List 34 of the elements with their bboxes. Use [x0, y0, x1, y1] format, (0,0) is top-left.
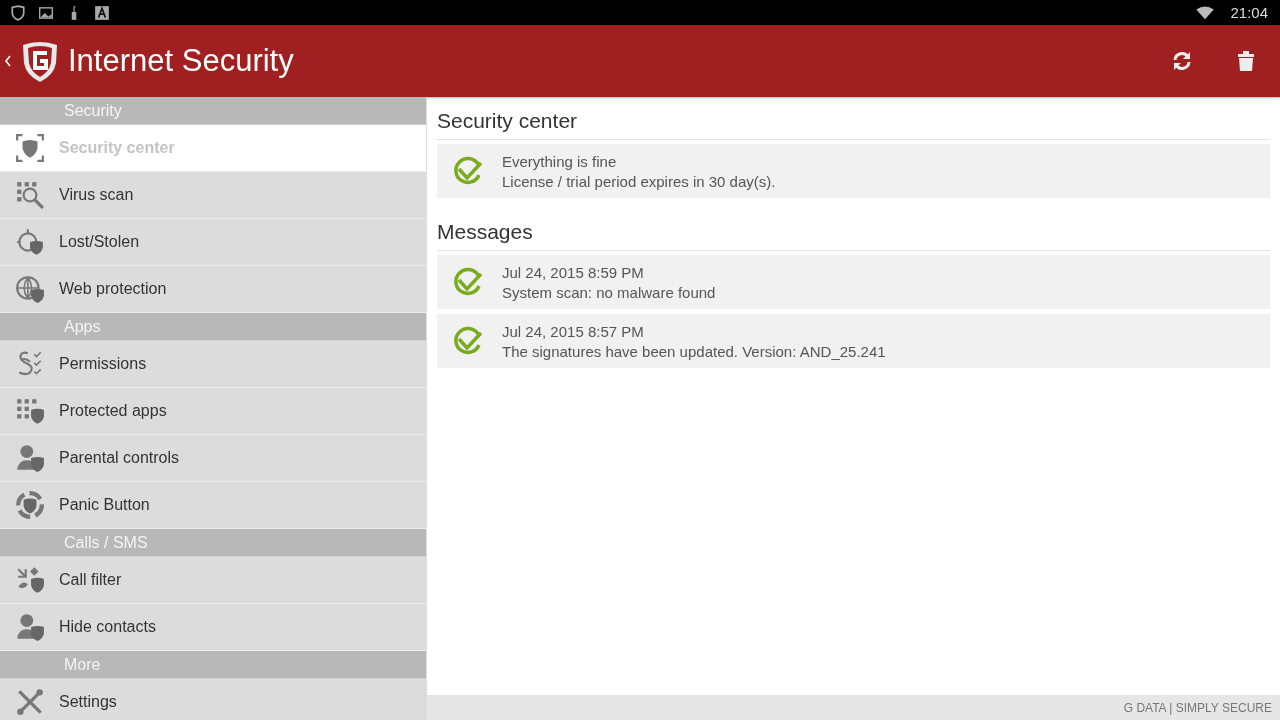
section-header: Apps — [0, 313, 426, 341]
message-text: System scan: no malware found — [502, 283, 716, 301]
section-title: Security center — [437, 103, 1270, 140]
message-text: The signatures have been updated. Version: AND_25.241 — [502, 342, 886, 360]
section-header: More — [0, 651, 426, 679]
message-text: License / trial period expires in 30 day(s). — [502, 172, 776, 190]
footer-text: G DATA | SIMPLY SECURE — [1123, 700, 1272, 715]
image-icon — [38, 4, 54, 21]
shield-icon — [15, 133, 45, 163]
section-title: Messages — [437, 214, 1270, 251]
shield-icon — [15, 490, 45, 520]
tools-icon — [15, 687, 45, 717]
section-header: Security — [0, 97, 426, 125]
magnifier-icon — [15, 180, 45, 210]
back-button[interactable] — [2, 55, 14, 67]
app-title: Internet Security — [68, 43, 294, 79]
check-circle-icon — [452, 325, 484, 357]
wifi-icon — [1196, 5, 1215, 20]
shield-icon — [10, 4, 26, 21]
grid-icon — [15, 396, 45, 426]
chevron-left-icon — [4, 55, 12, 67]
check-circle-icon — [452, 155, 484, 187]
check-circle-icon — [452, 266, 484, 298]
clock-time: 21:04 — [1230, 4, 1268, 21]
logo-shield-icon — [20, 39, 60, 83]
section-header: Calls / SMS — [0, 529, 426, 557]
person-icon — [15, 443, 45, 473]
crosshair-icon — [15, 227, 45, 257]
message-title: Jul 24, 2015 8:59 PM — [502, 263, 645, 281]
message-title: Jul 24, 2015 8:57 PM — [502, 322, 645, 340]
person-icon — [15, 612, 45, 642]
globe-icon — [15, 274, 45, 304]
message-title: Everything is fine — [502, 152, 618, 170]
arrows-icon — [15, 565, 45, 595]
